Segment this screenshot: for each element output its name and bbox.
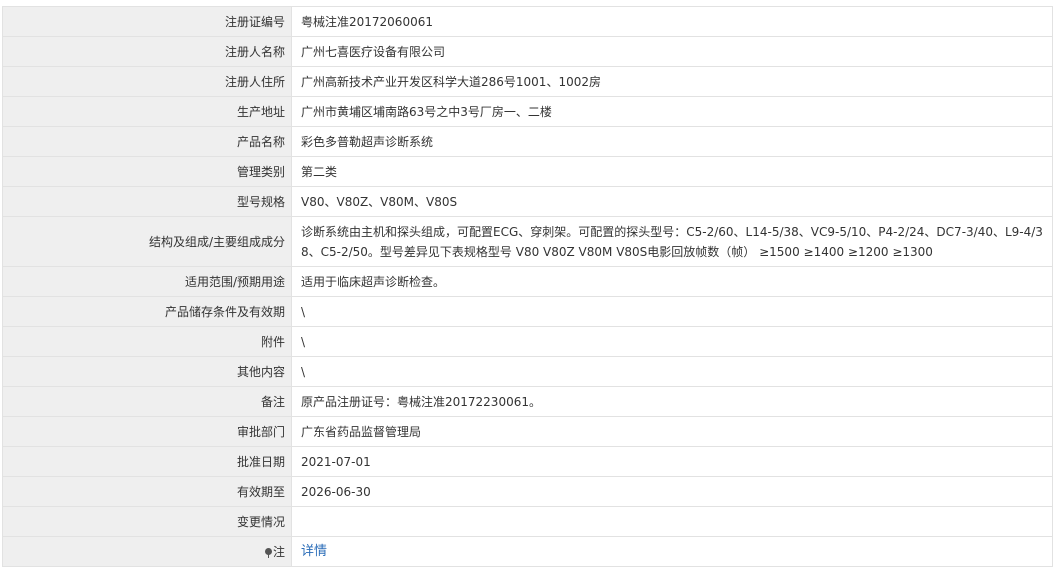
value-other-content: \: [291, 356, 1053, 387]
storage-conditions: \: [301, 304, 306, 319]
row-structure-composition: 结构及组成/主要组成成分 诊断系统由主机和探头组成，可配置ECG、穿刺架。可配置…: [2, 216, 1053, 267]
value-registration-number: 粤械注准20172060061: [291, 6, 1053, 37]
remarks: 原产品注册证号：粤械注准20172230061。: [301, 394, 541, 409]
value-model-spec: V80、V80Z、V80M、V80S: [291, 186, 1053, 217]
label-product-name: 产品名称: [2, 126, 292, 157]
row-management-category: 管理类别 第二类: [2, 156, 1053, 187]
row-other-content: 其他内容 \: [2, 356, 1053, 387]
valid-until: 2026-06-30: [301, 484, 371, 499]
label-note: 注: [2, 536, 292, 567]
value-change-status: [291, 506, 1053, 537]
label-model-spec: 型号规格: [2, 186, 292, 217]
row-product-name: 产品名称 彩色多普勒超声诊断系统: [2, 126, 1053, 157]
value-valid-until: 2026-06-30: [291, 476, 1053, 507]
row-registration-number: 注册证编号 粤械注准20172060061: [2, 6, 1053, 37]
value-structure-composition: 诊断系统由主机和探头组成，可配置ECG、穿刺架。可配置的探头型号：C5-2/60…: [291, 216, 1053, 267]
management-category: 第二类: [301, 164, 338, 179]
intended-use: 适用于临床超声诊断检查。: [301, 274, 446, 289]
row-intended-use: 适用范围/预期用途 适用于临床超声诊断检查。: [2, 266, 1053, 297]
label-valid-until: 有效期至: [2, 476, 292, 507]
accessories: \: [301, 334, 306, 349]
label-approval-date: 批准日期: [2, 446, 292, 477]
row-registrant-address: 注册人住所 广州高新技术产业开发区科学大道286号1001、1002房: [2, 66, 1053, 97]
label-accessories: 附件: [2, 326, 292, 357]
label-registrant-name: 注册人名称: [2, 36, 292, 67]
label-other-content: 其他内容: [2, 356, 292, 387]
value-production-address: 广州市黄埔区埔南路63号之中3号厂房一、二楼: [291, 96, 1053, 127]
value-accessories: \: [291, 326, 1053, 357]
value-approval-date: 2021-07-01: [291, 446, 1053, 477]
row-approval-date: 批准日期 2021-07-01: [2, 446, 1053, 477]
model-spec: V80、V80Z、V80M、V80S: [301, 194, 458, 209]
row-change-status: 变更情况: [2, 506, 1053, 537]
value-approval-department: 广东省药品监督管理局: [291, 416, 1053, 447]
value-registrant-name: 广州七喜医疗设备有限公司: [291, 36, 1053, 67]
value-storage-conditions: \: [291, 296, 1053, 327]
structure-composition: 诊断系统由主机和探头组成，可配置ECG、穿刺架。可配置的探头型号：C5-2/60…: [301, 224, 1043, 259]
note-label: 注: [272, 545, 285, 559]
label-production-address: 生产地址: [2, 96, 292, 127]
label-storage-conditions: 产品储存条件及有效期: [2, 296, 292, 327]
row-storage-conditions: 产品储存条件及有效期 \: [2, 296, 1053, 327]
label-registration-number: 注册证编号: [2, 6, 292, 37]
value-note: 详情: [291, 536, 1053, 567]
detail-table: 注册证编号 粤械注准20172060061 注册人名称 广州七喜医疗设备有限公司…: [2, 6, 1053, 567]
registration-detail: 注册证编号 粤械注准20172060061 注册人名称 广州七喜医疗设备有限公司…: [2, 6, 1053, 567]
row-remarks: 备注 原产品注册证号：粤械注准20172230061。: [2, 386, 1053, 417]
value-management-category: 第二类: [291, 156, 1053, 187]
row-model-spec: 型号规格 V80、V80Z、V80M、V80S: [2, 186, 1053, 217]
details-link[interactable]: 详情: [301, 544, 327, 559]
product-name: 彩色多普勒超声诊断系统: [301, 134, 434, 149]
label-approval-department: 审批部门: [2, 416, 292, 447]
row-note: 注 详情: [2, 536, 1053, 567]
map-pin-icon: [264, 548, 272, 558]
registrant-address: 广州高新技术产业开发区科学大道286号1001、1002房: [301, 74, 601, 89]
label-management-category: 管理类别: [2, 156, 292, 187]
label-change-status: 变更情况: [2, 506, 292, 537]
production-address: 广州市黄埔区埔南路63号之中3号厂房一、二楼: [301, 104, 552, 119]
registrant-name: 广州七喜医疗设备有限公司: [301, 44, 446, 59]
label-registrant-address: 注册人住所: [2, 66, 292, 97]
label-remarks: 备注: [2, 386, 292, 417]
row-approval-department: 审批部门 广东省药品监督管理局: [2, 416, 1053, 447]
value-registrant-address: 广州高新技术产业开发区科学大道286号1001、1002房: [291, 66, 1053, 97]
approval-department: 广东省药品监督管理局: [301, 424, 422, 439]
registration-number: 粤械注准20172060061: [301, 14, 433, 29]
other-content: \: [301, 364, 306, 379]
value-remarks: 原产品注册证号：粤械注准20172230061。: [291, 386, 1053, 417]
value-intended-use: 适用于临床超声诊断检查。: [291, 266, 1053, 297]
row-accessories: 附件 \: [2, 326, 1053, 357]
label-intended-use: 适用范围/预期用途: [2, 266, 292, 297]
row-valid-until: 有效期至 2026-06-30: [2, 476, 1053, 507]
approval-date: 2021-07-01: [301, 454, 371, 469]
row-registrant-name: 注册人名称 广州七喜医疗设备有限公司: [2, 36, 1053, 67]
value-product-name: 彩色多普勒超声诊断系统: [291, 126, 1053, 157]
label-structure-composition: 结构及组成/主要组成成分: [2, 216, 292, 267]
row-production-address: 生产地址 广州市黄埔区埔南路63号之中3号厂房一、二楼: [2, 96, 1053, 127]
